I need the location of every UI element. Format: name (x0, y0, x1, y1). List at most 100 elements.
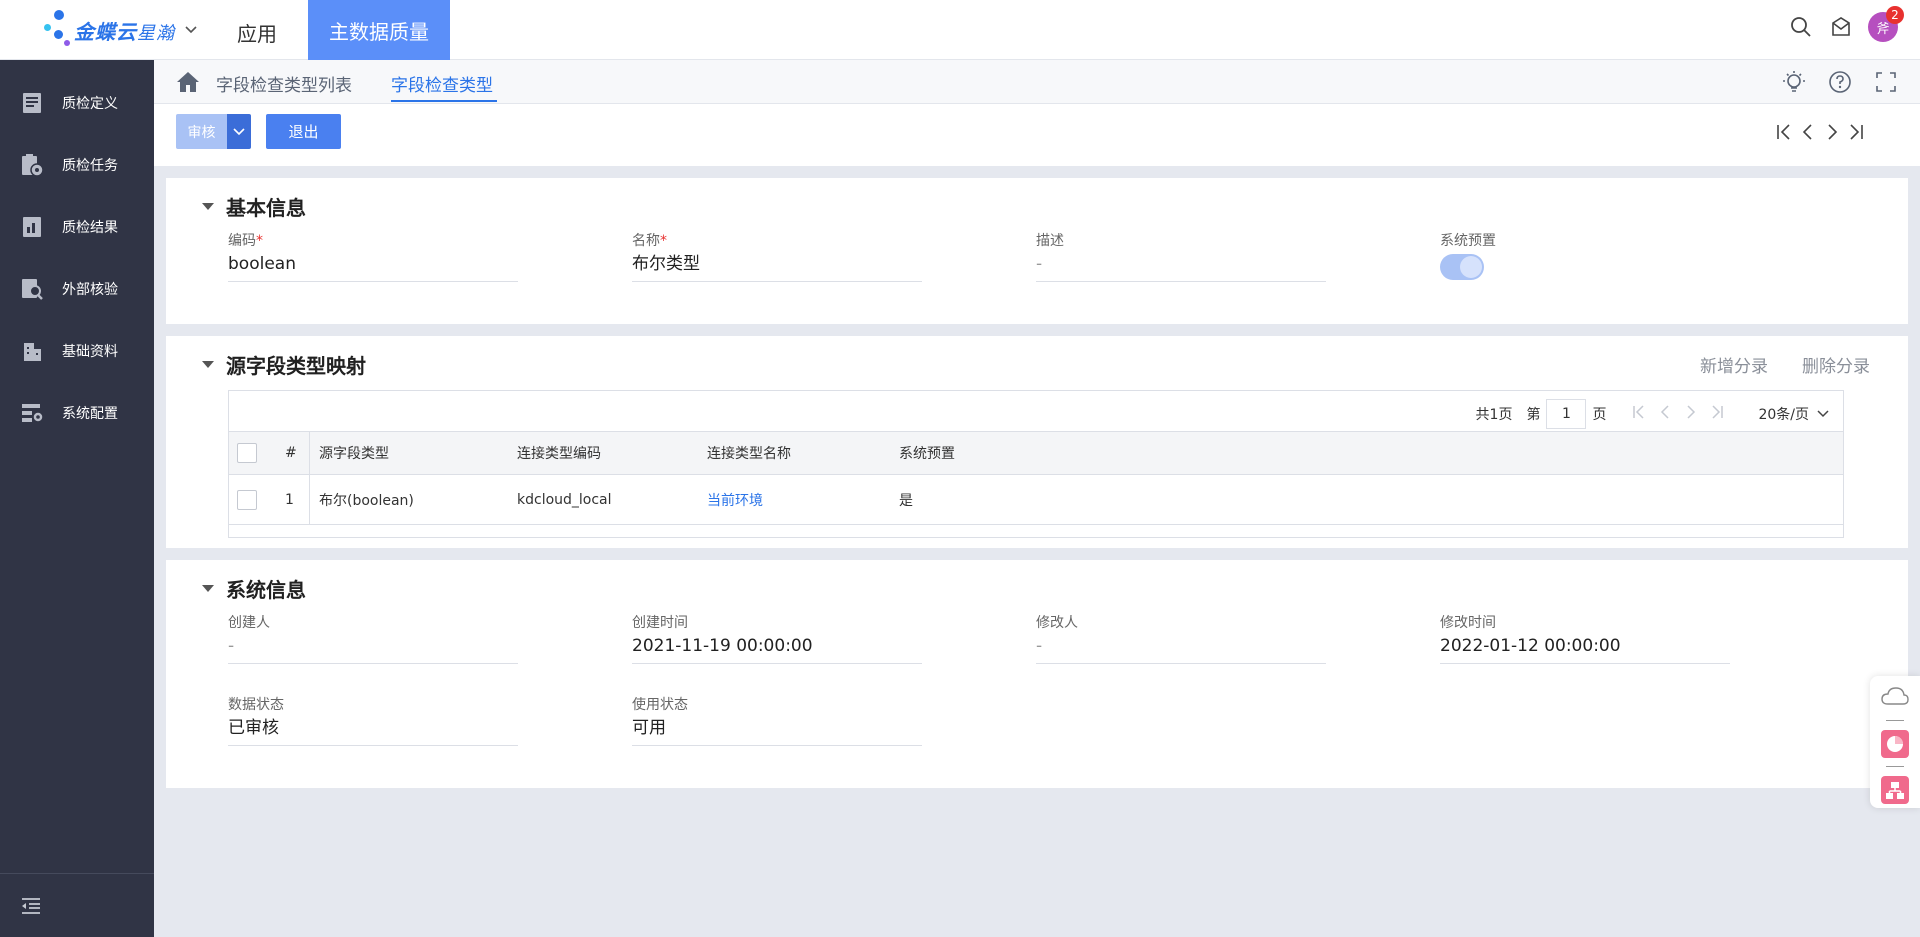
page-number-input[interactable]: 1 (1546, 399, 1587, 429)
previous-record-icon[interactable] (1800, 122, 1816, 146)
page-suffix: 页 (1592, 407, 1607, 423)
name-label: 名称 (632, 233, 660, 249)
previous-page-icon[interactable] (1658, 404, 1672, 424)
top-bar: 金蝶云星瀚 应用 主数据质量 斧 2 (0, 0, 1920, 60)
next-record-icon[interactable] (1824, 122, 1840, 146)
column-header-conn-code[interactable]: 连接类型编码 (517, 432, 601, 474)
modifier-label: 修改人 (1036, 615, 1078, 631)
audit-dropdown-button[interactable] (227, 114, 251, 149)
creator-value[interactable]: - (228, 632, 518, 664)
column-header-preset[interactable]: 系统预置 (899, 432, 955, 474)
next-page-icon[interactable] (1684, 404, 1698, 424)
add-entry-button[interactable]: 新增分录 (1700, 352, 1768, 377)
sidebar: 质检定义 质检任务 质检结果 外部核验 基础资料 系统配置 (0, 60, 154, 937)
select-all-checkbox[interactable] (237, 443, 257, 463)
modified-time-field: 修改时间 2022-01-12 00:00:00 (1440, 612, 1730, 664)
code-value[interactable]: boolean (228, 250, 518, 282)
system-preset-toggle[interactable] (1440, 254, 1484, 280)
basic-info-header[interactable]: 基本信息 (202, 192, 306, 221)
name-field: 名称* 布尔类型 (632, 230, 922, 282)
basic-info-section: 基本信息 编码* boolean 名称* 布尔类型 描述 - 系统预置 (166, 178, 1908, 324)
required-mark: * (660, 233, 667, 249)
settings-panel-icon (22, 404, 44, 423)
delete-entry-button[interactable]: 删除分录 (1802, 352, 1870, 377)
mapping-header[interactable]: 源字段类型映射 (202, 350, 366, 379)
first-record-icon[interactable] (1776, 122, 1792, 146)
help-icon[interactable] (1828, 70, 1852, 98)
data-status-label: 数据状态 (228, 697, 284, 713)
chevron-down-icon (233, 127, 245, 135)
cell-preset[interactable]: 是 (899, 475, 913, 524)
use-status-label: 使用状态 (632, 697, 688, 713)
column-divider (309, 431, 310, 525)
created-time-field: 创建时间 2021-11-19 00:00:00 (632, 612, 922, 664)
cell-conn-code[interactable]: kdcloud_local (517, 475, 612, 524)
table-row[interactable]: 1 布尔(boolean) kdcloud_local 当前环境 是 (229, 475, 1843, 525)
sidebar-item-label: 质检结果 (62, 220, 118, 236)
user-avatar[interactable]: 斧 2 (1868, 6, 1904, 42)
breadcrumb-item-current[interactable]: 字段检查类型 (391, 71, 493, 96)
collapse-triangle-icon (202, 361, 214, 368)
chevron-down-icon[interactable] (185, 23, 197, 37)
message-icon[interactable] (1828, 14, 1854, 40)
active-app-tab[interactable]: 主数据质量 (308, 0, 450, 60)
row-checkbox[interactable] (237, 489, 257, 510)
last-page-icon[interactable] (1710, 404, 1724, 424)
code-label: 编码 (228, 233, 256, 249)
section-title: 系统信息 (226, 578, 306, 602)
cell-source-type[interactable]: 布尔(boolean) (319, 475, 414, 524)
system-info-section: 系统信息 创建人 - 创建时间 2021-11-19 00:00:00 修改人 … (166, 560, 1908, 788)
cloud-icon[interactable] (1880, 686, 1910, 710)
system-preset-label: 系统预置 (1440, 233, 1496, 249)
sidebar-item-system-config[interactable]: 系统配置 (0, 382, 154, 444)
data-status-field: 数据状态 已审核 (228, 694, 518, 746)
search-icon[interactable] (1788, 14, 1814, 40)
total-pages-text: 共1页 (1475, 407, 1513, 423)
sidebar-item-external-verify[interactable]: 外部核验 (0, 258, 154, 320)
sidebar-item-label: 外部核验 (62, 282, 118, 298)
field-type-mapping-section: 源字段类型映射 新增分录 删除分录 共1页 第 1 页 20条/页 # 源字段类… (166, 336, 1908, 548)
use-status-field: 使用状态 可用 (632, 694, 922, 746)
last-record-icon[interactable] (1848, 122, 1864, 146)
first-page-icon[interactable] (1632, 404, 1646, 424)
system-info-header[interactable]: 系统信息 (202, 574, 306, 603)
modifier-value[interactable]: - (1036, 632, 1326, 664)
sidebar-item-label: 质检任务 (62, 158, 118, 174)
breadcrumb: 字段检查类型列表 字段检查类型 (154, 60, 1920, 104)
home-icon[interactable] (176, 71, 200, 97)
audit-button[interactable]: 审核 (176, 114, 227, 149)
cell-conn-name-link[interactable]: 当前环境 (707, 475, 763, 524)
section-title: 源字段类型映射 (226, 354, 366, 378)
required-mark: * (256, 233, 263, 249)
created-time-value[interactable]: 2021-11-19 00:00:00 (632, 632, 922, 664)
data-status-value[interactable]: 已审核 (228, 714, 518, 746)
sidebar-item-base-data[interactable]: 基础资料 (0, 320, 154, 382)
apps-menu-link[interactable]: 应用 (237, 18, 277, 47)
modified-time-value[interactable]: 2022-01-12 00:00:00 (1440, 632, 1730, 664)
fullscreen-icon[interactable] (1874, 70, 1898, 98)
chart-pie-icon[interactable] (1881, 730, 1909, 758)
brand-name: 金蝶云星瀚 (74, 19, 175, 44)
column-header-index: # (285, 445, 297, 461)
exit-button[interactable]: 退出 (266, 114, 341, 149)
lightbulb-icon[interactable] (1782, 70, 1806, 98)
description-field: 描述 - (1036, 230, 1326, 282)
row-checkbox-cell (237, 475, 257, 524)
sidebar-item-quality-task[interactable]: 质检任务 (0, 134, 154, 196)
breadcrumb-item-list[interactable]: 字段检查类型列表 (216, 71, 352, 96)
grid-pager: 共1页 第 1 页 20条/页 (1476, 399, 1829, 429)
select-all-checkbox-cell (237, 432, 257, 474)
collapse-triangle-icon (202, 203, 214, 210)
page-size-select[interactable]: 20条/页 (1758, 404, 1829, 424)
column-header-source-type[interactable]: 源字段类型 (319, 432, 389, 474)
sidebar-item-quality-result[interactable]: 质检结果 (0, 196, 154, 258)
use-status-value[interactable]: 可用 (632, 714, 922, 746)
brand-logo[interactable]: 金蝶云星瀚 (40, 10, 210, 50)
name-value[interactable]: 布尔类型 (632, 250, 922, 282)
mapping-grid: 共1页 第 1 页 20条/页 # 源字段类型 连接类型编码 连接类型名称 系统… (228, 390, 1844, 538)
sidebar-collapse-button[interactable] (0, 873, 154, 937)
description-value[interactable]: - (1036, 250, 1326, 282)
sidebar-item-quality-definition[interactable]: 质检定义 (0, 72, 154, 134)
column-header-conn-name[interactable]: 连接类型名称 (707, 432, 791, 474)
org-chart-icon[interactable] (1881, 776, 1909, 804)
